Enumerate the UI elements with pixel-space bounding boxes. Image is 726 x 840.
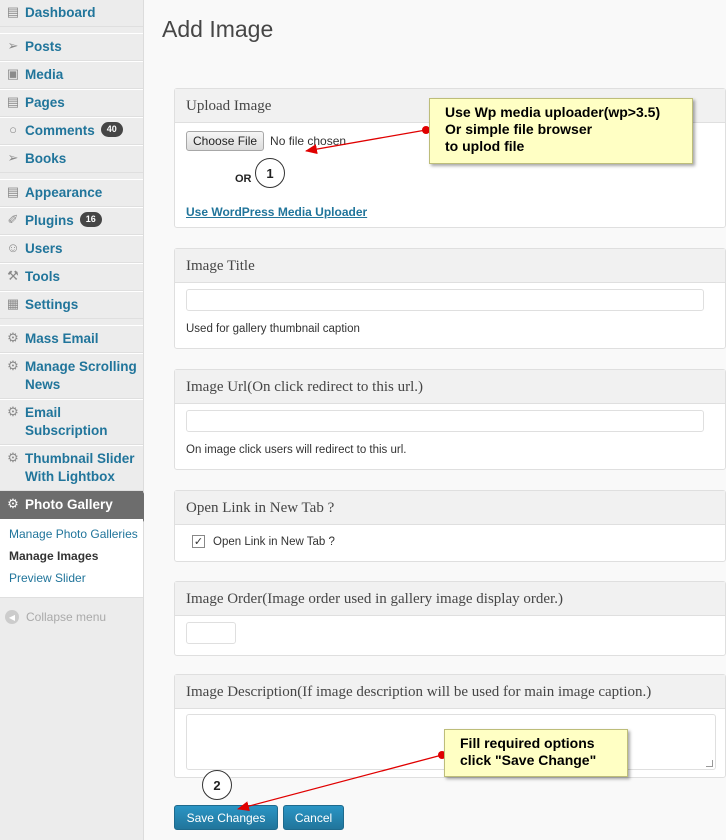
- comments-count-badge: 40: [100, 122, 123, 137]
- collapse-arrow-icon: ◀: [5, 610, 19, 624]
- callout-line: Use Wp media uploader(wp>3.5): [445, 104, 661, 120]
- gear-icon: ⚙: [7, 450, 19, 465]
- sidebar-item-dashboard[interactable]: ▤ Dashboard: [0, 0, 143, 27]
- sidebar-item-users[interactable]: ☺ Users: [0, 235, 143, 263]
- sidebar-item-label: Books: [25, 151, 67, 166]
- gear-icon: ⚙: [7, 496, 19, 511]
- choose-file-button[interactable]: Choose File: [186, 131, 265, 151]
- pin-icon: ➢: [7, 150, 19, 165]
- sidebar-item-label: Users: [25, 241, 63, 256]
- submenu-manage-photo-galleries[interactable]: Manage Photo Galleries: [9, 525, 143, 543]
- photo-gallery-submenu: Manage Photo Galleries Manage Images Pre…: [0, 519, 143, 598]
- sidebar-item-label: Plugins: [25, 213, 74, 228]
- pin-icon: ➢: [7, 38, 19, 53]
- callout-line: click "Save Change": [460, 752, 597, 768]
- submenu-preview-slider[interactable]: Preview Slider: [9, 569, 143, 587]
- sidebar-item-label: Appearance: [25, 185, 103, 200]
- image-order-box: Image Order(Image order used in gallery …: [174, 581, 726, 656]
- step-2-marker: 2: [202, 770, 232, 800]
- plugin-icon: ✐: [7, 212, 19, 227]
- appearance-icon: ▤: [6, 184, 20, 199]
- sidebar-item-label: Email Subscription: [25, 405, 108, 438]
- sidebar-item-label: Thumbnail Slider With Lightbox: [25, 451, 135, 484]
- save-changes-button[interactable]: Save Changes: [174, 805, 278, 830]
- sidebar-item-label: Settings: [25, 297, 79, 312]
- tools-icon: ⚒: [7, 268, 19, 283]
- sidebar-item-label: Photo Gallery: [25, 497, 113, 512]
- new-tab-checkbox[interactable]: ✓: [192, 535, 205, 548]
- sidebar-item-label: Manage Scrolling News: [25, 359, 137, 392]
- new-tab-option: ✓ Open Link in New Tab ?: [186, 533, 714, 548]
- image-url-input[interactable]: [186, 410, 704, 432]
- sidebar-item-label: Comments: [25, 123, 95, 138]
- sidebar-item-photo-gallery[interactable]: ⚙ Photo Gallery: [0, 491, 152, 522]
- callout-line: Or simple file browser: [445, 121, 593, 137]
- uploader-callout: Use Wp media uploader(wp>3.5) Or simple …: [429, 98, 693, 164]
- sidebar-item-appearance[interactable]: ▤ Appearance: [0, 179, 143, 207]
- sidebar-item-email-subscription[interactable]: ⚙ Email Subscription: [0, 399, 143, 445]
- sidebar-item-thumbnail-slider[interactable]: ⚙ Thumbnail Slider With Lightbox: [0, 445, 143, 491]
- sidebar-item-mass-email[interactable]: ⚙ Mass Email: [0, 325, 143, 353]
- sidebar-item-label: Mass Email: [25, 331, 99, 346]
- or-label: OR: [235, 173, 252, 185]
- admin-sidebar: ▤ Dashboard ➢ Posts ▣ Media ▤ Pages ○ Co…: [0, 0, 152, 840]
- sidebar-item-manage-scrolling-news[interactable]: ⚙ Manage Scrolling News: [0, 353, 143, 399]
- gear-icon: ⚙: [7, 404, 19, 419]
- users-icon: ☺: [6, 240, 20, 255]
- collapse-menu[interactable]: ◀ Collapse menu: [0, 598, 143, 624]
- media-icon: ▣: [6, 66, 20, 81]
- gear-icon: ⚙: [7, 358, 19, 373]
- sidebar-item-label: Dashboard: [25, 5, 96, 20]
- page-title: Add Image: [162, 16, 274, 42]
- media-uploader-link[interactable]: Use WordPress Media Uploader: [186, 205, 367, 219]
- gear-icon: ⚙: [7, 330, 19, 345]
- callout-line: to uplod file: [445, 138, 525, 154]
- image-order-input[interactable]: [186, 622, 236, 644]
- sidebar-item-media[interactable]: ▣ Media: [0, 61, 143, 89]
- new-tab-box: Open Link in New Tab ? ✓ Open Link in Ne…: [174, 490, 726, 562]
- sidebar-item-label: Tools: [25, 269, 60, 284]
- sidebar-item-books[interactable]: ➢ Books: [0, 145, 143, 173]
- sidebar-item-label: Posts: [25, 39, 62, 54]
- callout-line: Fill required options: [460, 735, 595, 751]
- sidebar-item-comments[interactable]: ○ Comments 40: [0, 117, 143, 145]
- image-title-box: Image Title Used for gallery thumbnail c…: [174, 248, 726, 349]
- image-title-heading: Image Title: [175, 249, 725, 283]
- sidebar-item-settings[interactable]: ▦ Settings: [0, 291, 143, 319]
- save-callout: Fill required options click "Save Change…: [444, 729, 628, 777]
- new-tab-heading: Open Link in New Tab ?: [175, 491, 725, 525]
- settings-icon: ▦: [6, 296, 20, 311]
- plugins-count-badge: 16: [79, 212, 102, 227]
- pages-icon: ▤: [6, 94, 20, 109]
- image-url-help: On image click users will redirect to th…: [186, 444, 407, 456]
- sidebar-item-posts[interactable]: ➢ Posts: [0, 33, 143, 61]
- step-1-marker: 1: [255, 158, 285, 188]
- image-description-heading: Image Description(If image description w…: [175, 675, 725, 709]
- image-url-heading: Image Url(On click redirect to this url.…: [175, 370, 725, 404]
- image-title-help: Used for gallery thumbnail caption: [186, 323, 360, 335]
- comment-icon: ○: [9, 122, 17, 137]
- sidebar-item-label: Pages: [25, 95, 65, 110]
- image-url-box: Image Url(On click redirect to this url.…: [174, 369, 726, 470]
- sidebar-item-tools[interactable]: ⚒ Tools: [0, 263, 143, 291]
- cancel-button[interactable]: Cancel: [283, 805, 344, 830]
- image-order-heading: Image Order(Image order used in gallery …: [175, 582, 725, 616]
- sidebar-item-plugins[interactable]: ✐ Plugins 16: [0, 207, 143, 235]
- submenu-manage-images[interactable]: Manage Images: [9, 547, 143, 565]
- no-file-label: No file chosen: [270, 134, 347, 148]
- sidebar-item-pages[interactable]: ▤ Pages: [0, 89, 143, 117]
- image-title-input[interactable]: [186, 289, 704, 311]
- collapse-menu-label: Collapse menu: [26, 610, 107, 624]
- sidebar-item-label: Media: [25, 67, 64, 82]
- dashboard-icon: ▤: [6, 4, 20, 19]
- resize-grip-icon[interactable]: [706, 760, 713, 767]
- new-tab-checkbox-label: Open Link in New Tab ?: [213, 535, 335, 548]
